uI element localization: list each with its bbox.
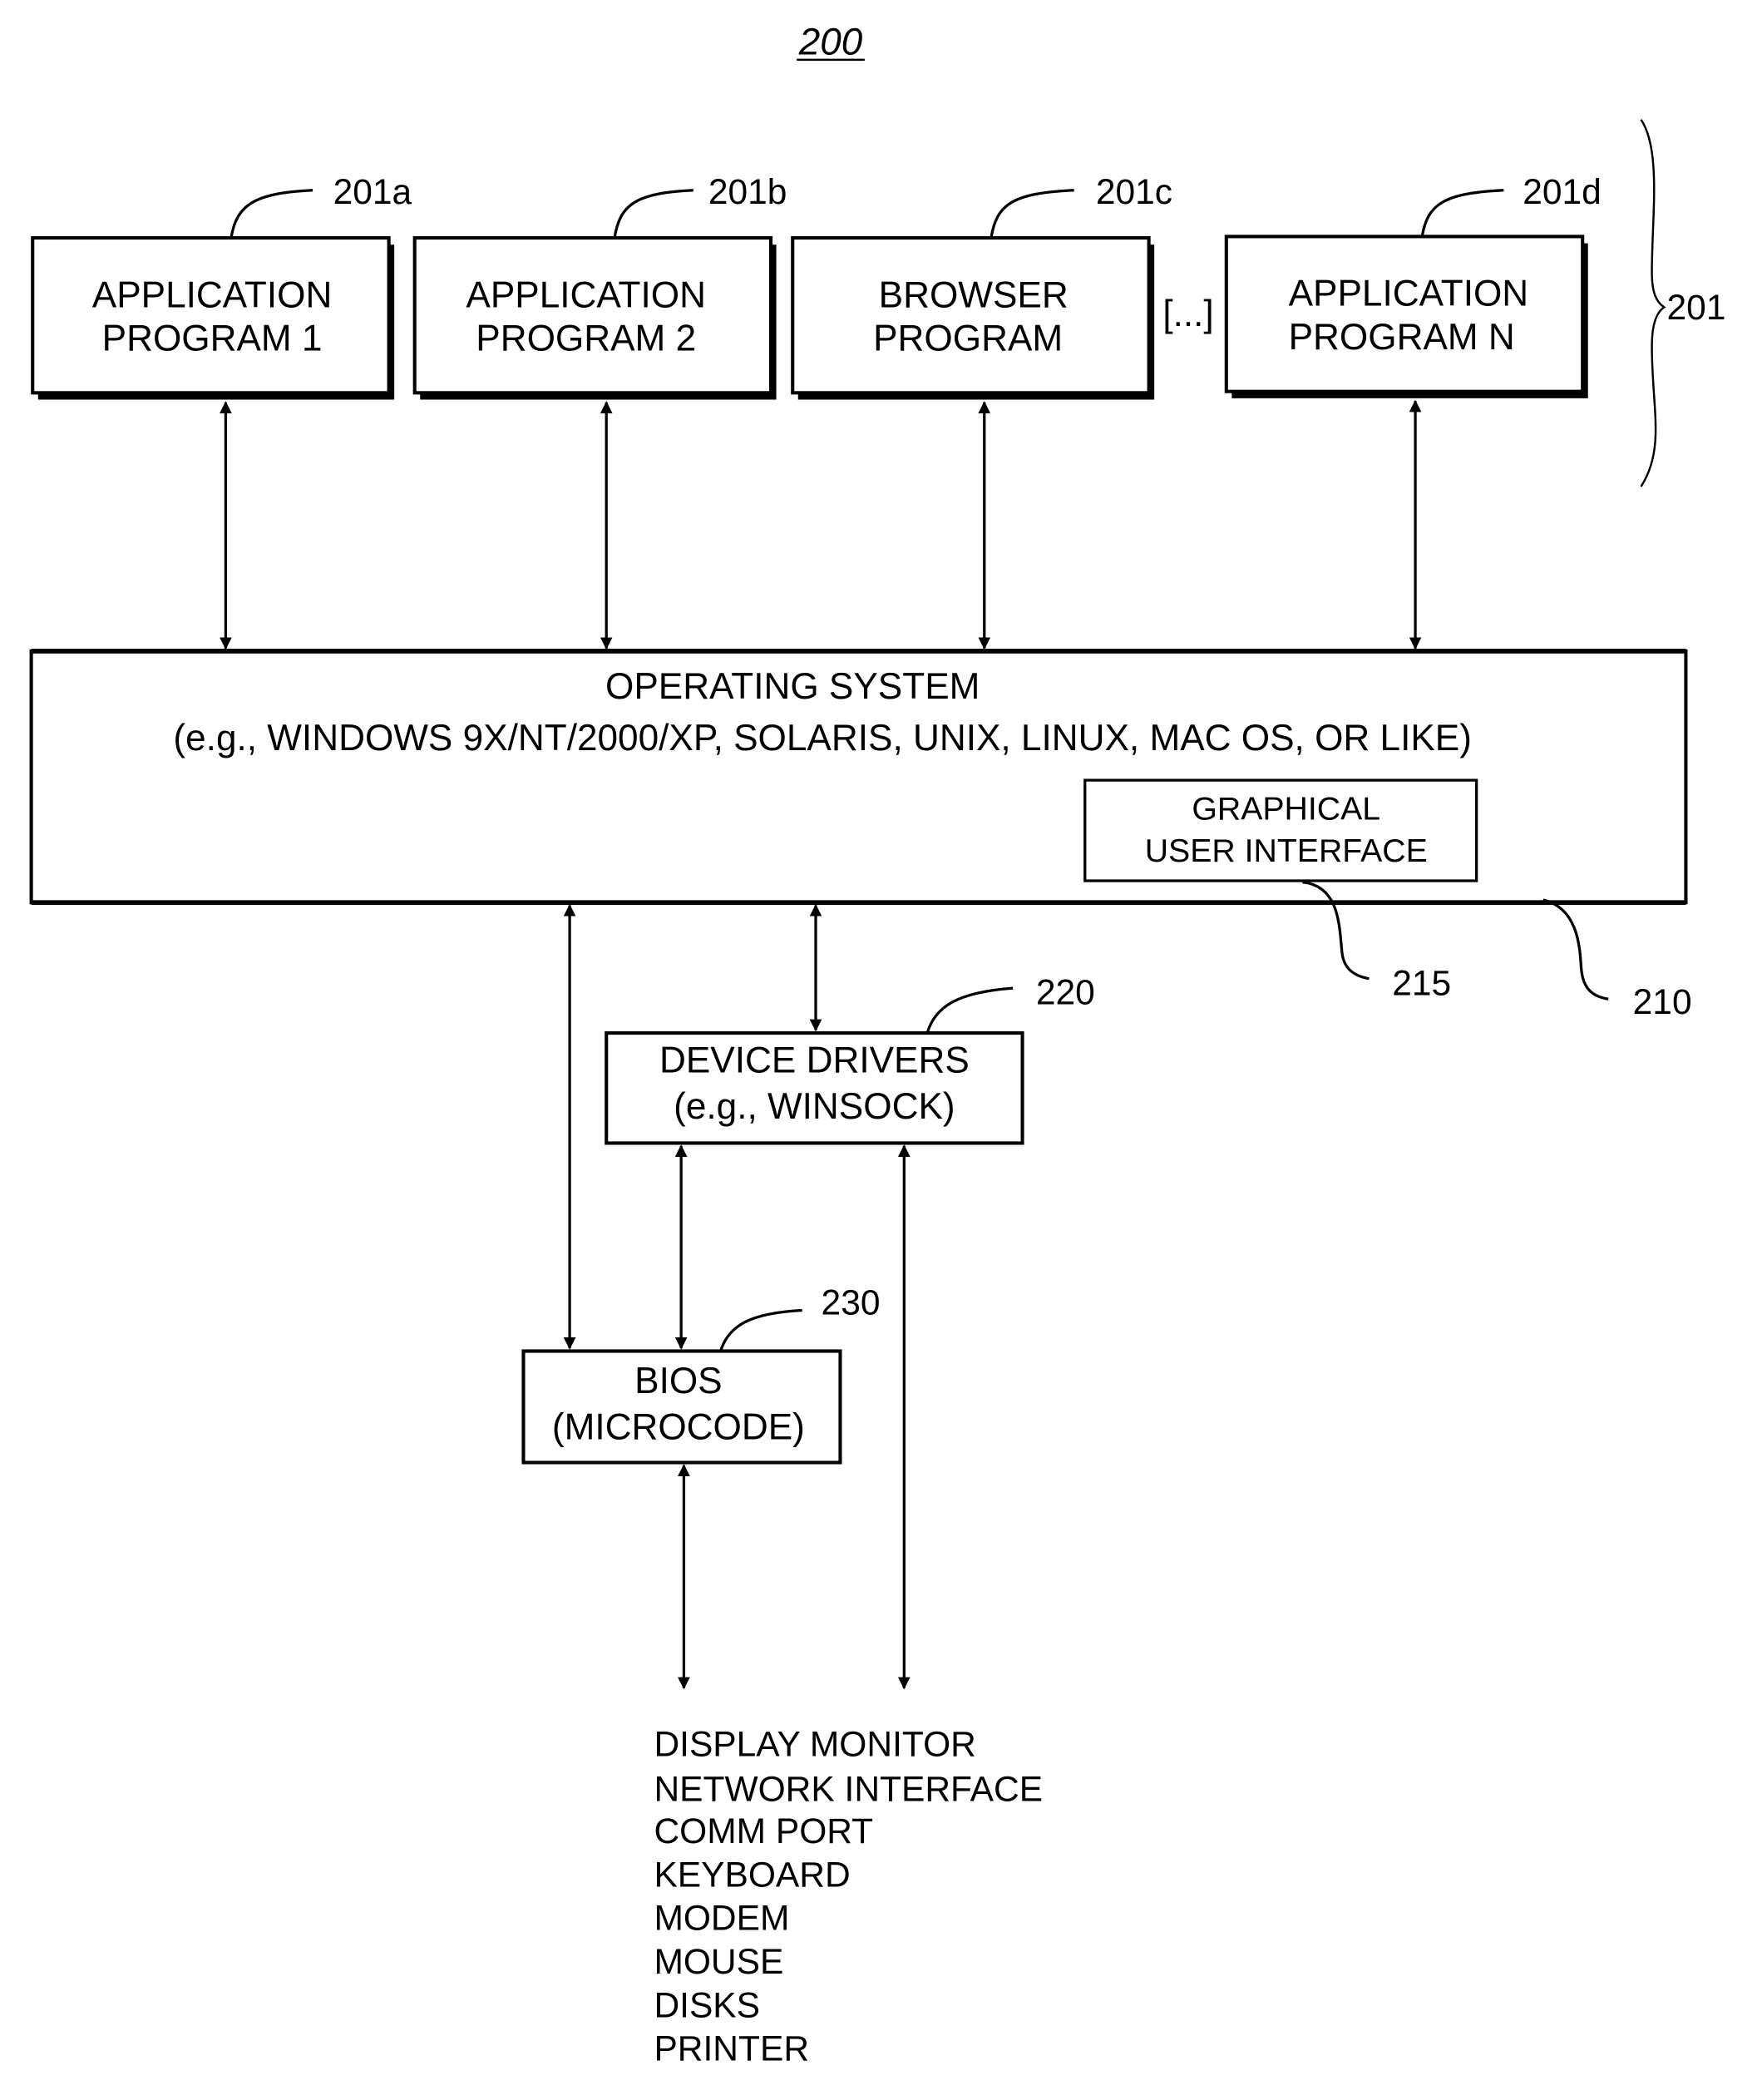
device-drivers-box: DEVICE DRIVERS (e.g., WINSOCK) 220 [605, 974, 1095, 1145]
application-box-2: APPLICATION PROGRAM 2 201b [412, 173, 787, 400]
browser-line2: PROGRAM [873, 319, 1063, 359]
figure-number: 200 [797, 20, 865, 62]
application-1-line1: APPLICATION [92, 274, 333, 315]
software-system-diagram: 200 APPLICATION PROGRAM 1 201a APPLICATI… [29, 20, 1726, 2069]
ref-220: 220 [1036, 974, 1095, 1013]
figure-number-text: 200 [798, 20, 863, 62]
device-drivers-line2: (e.g., WINSOCK) [674, 1086, 955, 1127]
gui-box: GRAPHICAL USER INTERFACE [1083, 778, 1478, 882]
io-device-item: MODEM [654, 1900, 789, 1939]
ref-201: 201 [1667, 289, 1726, 328]
browser-program-box: BROWSER PROGRAM 201c [791, 173, 1172, 400]
application-2-line1: APPLICATION [466, 274, 706, 315]
gui-line2: USER INTERFACE [1145, 833, 1428, 869]
io-device-item: NETWORK INTERFACE [654, 1770, 1043, 1809]
operating-system-box: OPERATING SYSTEM (e.g., WINDOWS 9X/NT/20… [29, 648, 1688, 906]
os-title: OPERATING SYSTEM [605, 666, 980, 707]
ref-230: 230 [822, 1283, 881, 1322]
application-2-line2: PROGRAM 2 [476, 319, 696, 359]
bios-box: BIOS (MICROCODE) 230 [521, 1283, 881, 1465]
ref-210: 210 [1633, 983, 1692, 1022]
application-n-line2: PROGRAM N [1289, 317, 1515, 358]
io-device-item: PRINTER [654, 2030, 809, 2069]
bios-line1: BIOS [634, 1361, 722, 1401]
ref-201b: 201b [708, 173, 787, 212]
ref-201c: 201c [1096, 173, 1172, 212]
bios-line2: (MICROCODE) [552, 1407, 805, 1448]
ref-201d: 201d [1523, 173, 1602, 212]
applications-group-brace: 201 [1640, 119, 1726, 487]
io-device-item: MOUSE [654, 1943, 783, 1982]
brace-icon [1640, 119, 1666, 487]
device-drivers-line1: DEVICE DRIVERS [659, 1040, 970, 1080]
browser-line1: BROWSER [879, 274, 1069, 315]
leader-line [990, 189, 1074, 239]
ellipsis: [...] [1162, 294, 1213, 334]
os-subtitle: (e.g., WINDOWS 9X/NT/2000/XP, SOLARIS, U… [173, 718, 1471, 758]
ref-201a: 201a [333, 173, 412, 212]
leader-line-210 [1542, 898, 1609, 1001]
leader-line [719, 1308, 802, 1351]
leader-line [230, 189, 313, 239]
leader-line [1420, 189, 1504, 237]
io-device-item: KEYBOARD [654, 1855, 850, 1895]
leader-line [613, 189, 693, 239]
application-box-n: APPLICATION PROGRAM N 201d [1224, 173, 1602, 398]
io-device-item: DISPLAY MONITOR [654, 1726, 975, 1765]
application-box-1: APPLICATION PROGRAM 1 201a [31, 173, 412, 400]
ref-215: 215 [1392, 964, 1451, 1003]
leader-line [925, 986, 1014, 1034]
io-device-item: DISKS [654, 1986, 760, 2025]
io-device-item: COMM PORT [654, 1812, 873, 1851]
io-device-list: DISPLAY MONITOR NETWORK INTERFACE COMM P… [654, 1726, 1043, 2069]
application-1-line2: PROGRAM 1 [102, 319, 323, 359]
application-n-line1: APPLICATION [1289, 274, 1529, 314]
gui-line1: GRAPHICAL [1192, 790, 1380, 827]
